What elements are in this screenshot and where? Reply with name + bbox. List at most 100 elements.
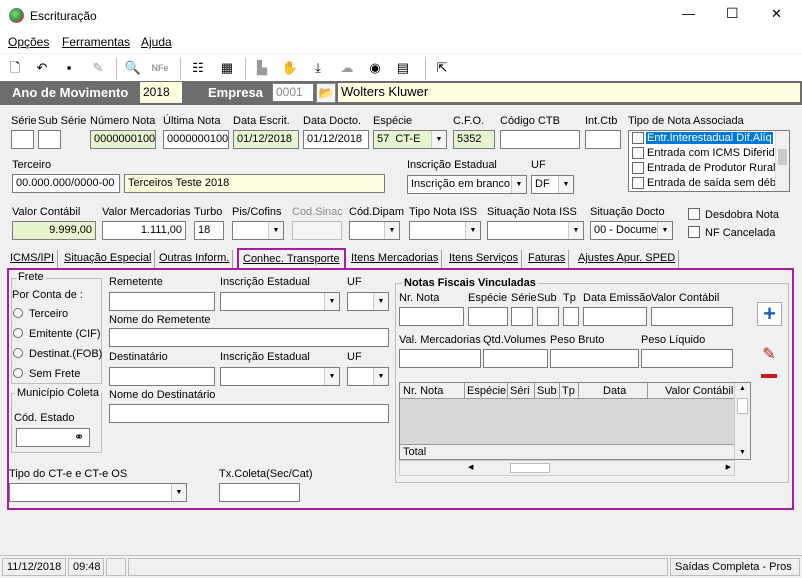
grid-hscroll[interactable]: ◀ ▶	[399, 460, 735, 476]
terceiro-name-input[interactable]: Terceiros Teste 2018	[124, 174, 385, 193]
serie-nota-input[interactable]	[511, 307, 533, 326]
nome-remetente-input[interactable]	[109, 328, 389, 347]
edit-icon[interactable]: ✎	[758, 344, 780, 366]
tipo-nota-list[interactable]: Entr.Interestadual Dif.Alíq Entrada com …	[628, 130, 790, 192]
tree-icon[interactable]: ☷	[188, 58, 208, 78]
tab-itens-mercadorias[interactable]: Itens Mercadorias	[348, 250, 443, 268]
tipo-nota-iss-select[interactable]: ▼	[409, 221, 481, 240]
terceiro-code-input[interactable]: 00.000.000/0000-00	[12, 174, 120, 193]
cancelada-checkbox[interactable]	[688, 226, 700, 238]
download-icon[interactable]: ⤓	[308, 58, 328, 78]
desdobra-checkbox[interactable]	[688, 208, 700, 220]
coins-icon[interactable]: ◉	[365, 58, 385, 78]
peso-liquido-input[interactable]	[641, 349, 733, 368]
menu-ajuda[interactable]: Ajuda	[141, 35, 172, 49]
tipo-nota-item[interactable]: Entrada de saída sem débi	[629, 176, 789, 191]
maximize-button[interactable]: ☐	[726, 5, 739, 22]
ie-destinatario-select[interactable]: ▼	[220, 367, 340, 386]
exit-icon[interactable]: ⇱	[432, 58, 452, 78]
uf-remetente-select[interactable]: ▼	[347, 292, 389, 311]
tab-outras-inform[interactable]: Outras Inform.	[156, 250, 234, 268]
cfo-input[interactable]: 5352	[453, 130, 495, 149]
save-icon[interactable]: ▪	[59, 58, 79, 78]
especie-select[interactable]: 57 CT-E ▼	[373, 130, 447, 149]
col-valor-contabil[interactable]: Valor Contábil	[665, 385, 733, 397]
preview-icon[interactable]: 🔍	[123, 58, 143, 78]
inscricao-estadual-select[interactable]: Inscrição em branco ▼	[407, 175, 527, 194]
uf-destinatario-select[interactable]: ▼	[347, 367, 389, 386]
ie-remetente-select[interactable]: ▼	[220, 292, 340, 311]
remetente-input[interactable]	[109, 292, 215, 311]
folder-icon[interactable]: 📂	[316, 83, 336, 103]
tipo-cte-select[interactable]: ▼	[9, 483, 187, 502]
valor-contabil-nota-input[interactable]	[651, 307, 733, 326]
grid-vscroll[interactable]: ▲ ▼	[734, 383, 750, 459]
serie-input[interactable]	[11, 130, 34, 149]
minimize-button[interactable]: —	[682, 6, 695, 21]
col-tp[interactable]: Tp	[562, 385, 575, 397]
col-especie[interactable]: Espécie	[467, 385, 506, 397]
add-icon[interactable]: +	[757, 302, 782, 326]
menu-ferramentas[interactable]: Ferramentas	[62, 35, 130, 49]
data-docto-input[interactable]: 01/12/2018	[303, 130, 369, 149]
tab-faturas[interactable]: Faturas	[525, 250, 570, 268]
cod-dipam-select[interactable]: ▼	[349, 221, 400, 240]
data-escrit-input[interactable]: 01/12/2018	[233, 130, 299, 149]
cloud-icon[interactable]: ☁	[337, 58, 357, 78]
remove-icon[interactable]	[758, 372, 780, 382]
nome-destinatario-input[interactable]	[109, 404, 389, 423]
frete-emitente-radio[interactable]	[13, 328, 23, 338]
ultima-nota-input[interactable]: 0000000100	[163, 130, 229, 149]
col-nr-nota[interactable]: Nr. Nota	[403, 385, 443, 397]
turbo-input[interactable]: 18	[194, 221, 224, 240]
delete-icon[interactable]: ✎	[88, 58, 108, 78]
tab-ajustes-sped[interactable]: Ajustes Apur. SPED	[575, 250, 680, 268]
tab-icms-ipi[interactable]: ICMS/IPI	[7, 250, 59, 268]
int-ctb-input[interactable]	[585, 130, 621, 149]
tx-coleta-input[interactable]	[219, 483, 300, 502]
sub-serie-input[interactable]	[38, 130, 61, 149]
empresa-code-input[interactable]: 0001	[272, 83, 314, 102]
numero-nota-input[interactable]: 0000000100	[90, 130, 156, 149]
sub-nota-input[interactable]	[537, 307, 559, 326]
situacao-docto-select[interactable]: 00 - Documen ▼	[590, 221, 673, 240]
col-data[interactable]: Data	[603, 385, 626, 397]
tab-situacao-especial[interactable]: Situação Especial	[61, 250, 156, 268]
frete-destinat-radio[interactable]	[13, 348, 23, 358]
especie-nota-input[interactable]	[468, 307, 508, 326]
empresa-name-input[interactable]: Wolters Kluwer	[338, 83, 800, 102]
tp-nota-input[interactable]	[563, 307, 579, 326]
data-emissao-input[interactable]	[583, 307, 647, 326]
peso-bruto-input[interactable]	[550, 349, 639, 368]
valor-contabil-input[interactable]: 9.999,00	[12, 221, 96, 240]
tipo-nota-item[interactable]: Entr.Interestadual Dif.Alíq	[629, 131, 789, 146]
undo-icon[interactable]: ↶	[32, 58, 52, 78]
binoculars-icon[interactable]: ⚭	[70, 429, 88, 446]
cod-sinac-input[interactable]	[292, 221, 342, 240]
nr-nota-input[interactable]	[399, 307, 464, 326]
new-doc-icon[interactable]: 🗋	[5, 58, 25, 78]
tipo-nota-item[interactable]: Entrada com ICMS Diferido	[629, 146, 789, 161]
pis-cofins-select[interactable]: ▼	[232, 221, 284, 240]
valor-mercadorias-input[interactable]: 1.111,00	[102, 221, 186, 240]
ano-input[interactable]: 2018	[140, 82, 182, 103]
tab-conhec-transporte[interactable]: Conhec. Transporte	[237, 248, 346, 270]
qtd-volumes-input[interactable]	[483, 349, 548, 368]
col-sub[interactable]: Sub	[537, 385, 557, 397]
ledger-icon[interactable]: ▤	[393, 58, 413, 78]
hand-icon[interactable]: ✋	[280, 58, 300, 78]
building-icon[interactable]: ▙	[252, 58, 272, 78]
frete-terceiro-radio[interactable]	[13, 308, 23, 318]
menu-opcoes[interactable]: Opções	[8, 35, 49, 49]
frete-sem-radio[interactable]	[13, 368, 23, 378]
codigo-ctb-input[interactable]	[500, 130, 580, 149]
uf-select[interactable]: DF ▼	[531, 175, 574, 194]
calc-icon[interactable]: ▦	[217, 58, 237, 78]
tipo-nota-item[interactable]: Entrada de Produtor Rural	[629, 161, 789, 176]
val-mercadorias-input[interactable]	[399, 349, 481, 368]
close-button[interactable]: ✕	[771, 6, 782, 22]
situacao-nota-iss-select[interactable]: ▼	[487, 221, 584, 240]
col-serie[interactable]: Séri	[510, 385, 530, 397]
destinatario-input[interactable]	[109, 367, 215, 386]
tab-itens-servicos[interactable]: Itens Serviços	[446, 250, 523, 268]
